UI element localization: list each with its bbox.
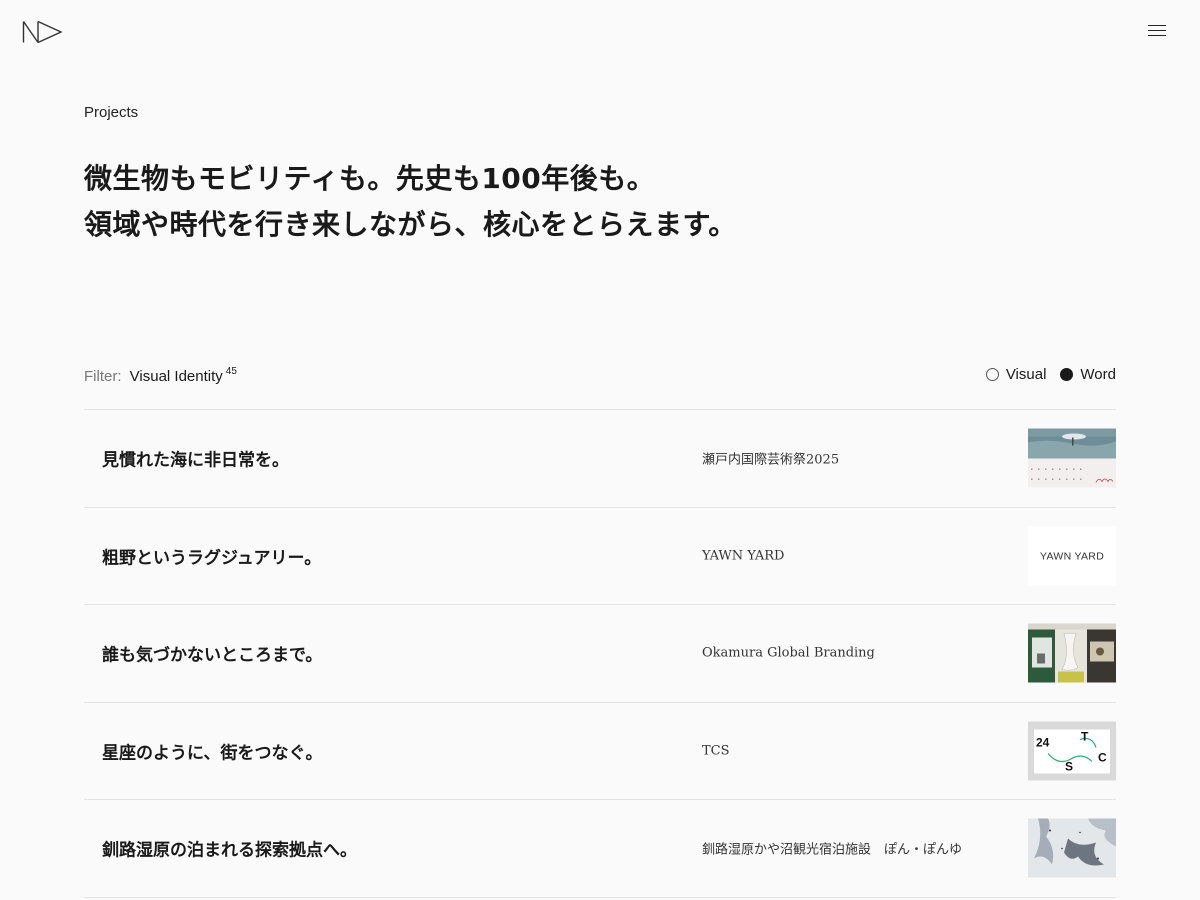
project-title: 釧路湿原の泊まれる探索拠点へ。 bbox=[102, 840, 357, 861]
project-row[interactable]: 見慣れた海に非日常を。 瀬戸内国際芸術祭2025 bbox=[84, 410, 1116, 508]
project-row[interactable]: 粗野というラグジュアリー。 YAWN YARD YAWN YARD bbox=[84, 508, 1116, 605]
okamura-thumbnail[interactable] bbox=[1028, 623, 1116, 683]
thumb-letter: 24 bbox=[1036, 735, 1050, 749]
thumb-letter: S bbox=[1065, 759, 1073, 773]
view-option-label: Word bbox=[1080, 366, 1116, 383]
project-client: 瀬戸内国際芸術祭2025 bbox=[702, 452, 840, 468]
section-label: Projects bbox=[84, 104, 139, 121]
view-option-word[interactable]: Word bbox=[1060, 366, 1116, 383]
filter-label: Filter: bbox=[84, 368, 122, 385]
view-option-label: Visual bbox=[1005, 366, 1047, 383]
filter-count: 45 bbox=[225, 366, 237, 377]
radio-selected-icon[interactable] bbox=[1060, 368, 1074, 381]
thumb-text: YAWN YARD bbox=[1040, 550, 1104, 562]
tcs-thumbnail[interactable]: 24 T C S bbox=[1028, 721, 1116, 781]
filter-control: Filter: Visual Identity 45 bbox=[84, 366, 237, 385]
project-client: YAWN YARD bbox=[702, 548, 785, 564]
thumb-letter: C bbox=[1098, 750, 1107, 764]
headline-line-1: 微生物もモビリティも。先史も100年後も。 bbox=[84, 162, 656, 195]
project-row[interactable]: 誰も気づかないところまで。 Okamura Global Branding bbox=[84, 605, 1116, 703]
filter-bar: Filter: Visual Identity 45 Visual Word bbox=[84, 364, 1116, 390]
thumb-letter: T bbox=[1081, 729, 1089, 743]
project-client: Okamura Global Branding bbox=[702, 645, 875, 661]
project-list: 見慣れた海に非日常を。 瀬戸内国際芸術祭2025 粗野というラグジュアリー。 Y… bbox=[84, 409, 1116, 898]
project-title: 誰も気づかないところまで。 bbox=[102, 645, 323, 666]
project-row[interactable]: 釧路湿原の泊まれる探索拠点へ。 釧路湿原かや沼観光宿泊施設 ぽん・ぽんゆ bbox=[84, 800, 1116, 898]
kushiro-thumbnail[interactable] bbox=[1028, 818, 1116, 878]
headline-line-2: 領域や時代を行き来しながら、核心をとらえます。 bbox=[84, 208, 737, 241]
filter-dropdown[interactable]: Visual Identity bbox=[130, 368, 223, 385]
yawn-yard-thumbnail[interactable]: YAWN YARD bbox=[1028, 526, 1116, 586]
project-client: TCS bbox=[702, 743, 730, 759]
hamburger-menu-icon[interactable] bbox=[1146, 22, 1168, 40]
project-client: 釧路湿原かや沼観光宿泊施設 ぽん・ぽんゆ bbox=[702, 842, 963, 858]
radio-icon[interactable] bbox=[985, 368, 999, 381]
project-title: 粗野というラグジュアリー。 bbox=[102, 548, 322, 569]
setouchi-triennale-thumbnail[interactable] bbox=[1028, 428, 1116, 488]
project-row[interactable]: 星座のように、街をつなぐ。 TCS 24 T C S bbox=[84, 703, 1116, 800]
view-toggle: Visual Word bbox=[985, 366, 1116, 383]
project-title: 見慣れた海に非日常を。 bbox=[102, 450, 289, 471]
site-header bbox=[0, 0, 1200, 64]
page-headline: 微生物もモビリティも。先史も100年後も。 領域や時代を行き来しながら、核心をと… bbox=[84, 156, 737, 248]
view-option-visual[interactable]: Visual bbox=[985, 366, 1047, 383]
project-title: 星座のように、街をつなぐ。 bbox=[102, 743, 323, 764]
nd-logo-icon[interactable] bbox=[22, 20, 64, 44]
